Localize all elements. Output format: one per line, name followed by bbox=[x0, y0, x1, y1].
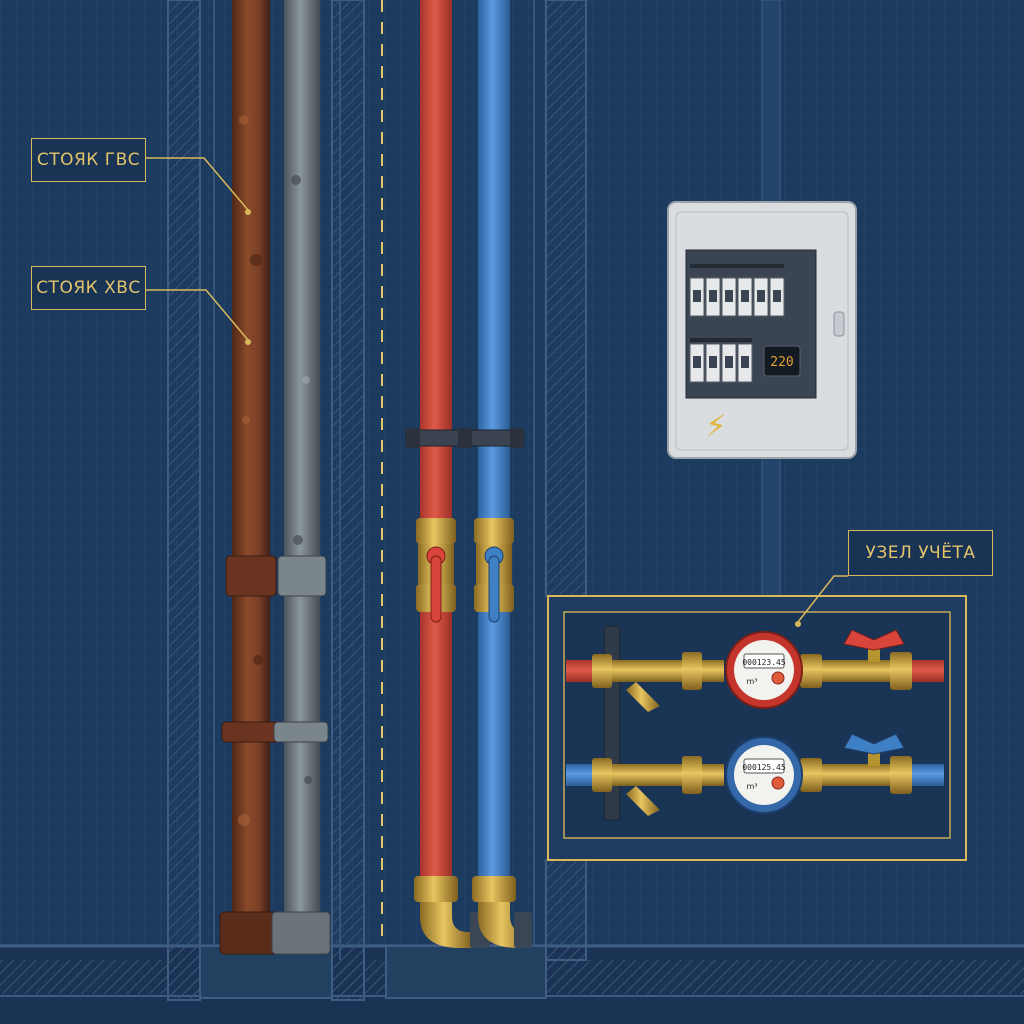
breaker-toggle[interactable] bbox=[741, 356, 749, 368]
hot-meter-unit: m³ bbox=[747, 677, 758, 686]
breaker-toggle[interactable] bbox=[693, 356, 701, 368]
breaker-toggle[interactable] bbox=[725, 290, 733, 302]
breaker-toggle[interactable] bbox=[757, 290, 765, 302]
plumbing-diagram: 220 ⚡ 000123.45 m³ 000125.45 m³ СТОЯК ГВ… bbox=[0, 0, 1024, 1024]
hot-meter bbox=[725, 631, 803, 709]
voltage-value: 220 bbox=[770, 355, 793, 370]
plumbing-scene: 220 ⚡ 000123.45 m³ 000125.45 m³ bbox=[0, 0, 1024, 1024]
breaker-toggle[interactable] bbox=[773, 290, 781, 302]
pipe-clamp bbox=[405, 428, 525, 448]
cold-riser-label: СТОЯК ХВС bbox=[31, 266, 146, 310]
hot-meter-reading: 000123.45 bbox=[742, 658, 786, 667]
breaker-toggle[interactable] bbox=[709, 356, 717, 368]
cold-meter-unit: m³ bbox=[747, 782, 758, 791]
hot-riser-label: СТОЯК ГВС bbox=[31, 138, 146, 182]
meter-node-label: УЗЕЛ УЧЁТА bbox=[848, 530, 993, 576]
breaker-toggle[interactable] bbox=[741, 290, 749, 302]
cold-meter bbox=[725, 736, 803, 814]
lightning-icon: ⚡ bbox=[705, 409, 726, 444]
breaker-toggle[interactable] bbox=[725, 356, 733, 368]
breaker-toggle[interactable] bbox=[709, 290, 717, 302]
electrical-panel bbox=[667, 201, 857, 459]
breaker-toggle[interactable] bbox=[693, 290, 701, 302]
cold-meter-reading: 000125.45 bbox=[742, 763, 786, 772]
